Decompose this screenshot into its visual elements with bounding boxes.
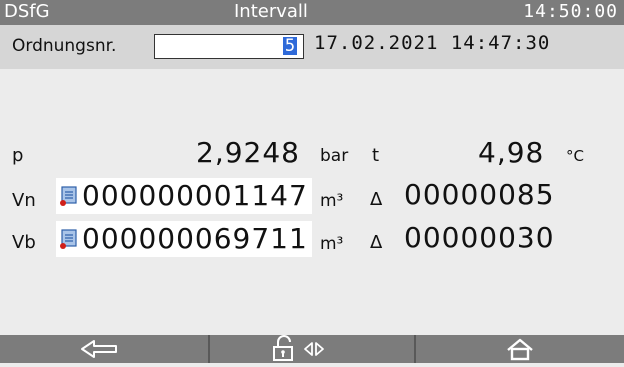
pressure-unit: bar (320, 146, 349, 166)
document-icon (60, 186, 77, 206)
order-number-input[interactable]: 5 (154, 34, 304, 59)
home-button[interactable] (416, 335, 624, 363)
temperature-value: 4,98 (478, 136, 545, 169)
vn-label: Vn (12, 190, 36, 211)
vn-unit: m³ (320, 191, 344, 211)
title-bar: DSfG Intervall 14:50:00 (0, 0, 624, 25)
temperature-label: t (372, 145, 380, 166)
left-right-icon (304, 342, 324, 356)
temperature-unit: °C (566, 147, 584, 165)
home-icon (507, 338, 533, 361)
order-number-label: Ordnungsnr. (12, 36, 117, 56)
record-datetime: 17.02.2021 14:47:30 (314, 32, 551, 54)
page-title: Intervall (234, 1, 308, 22)
pressure-label: p (12, 145, 24, 166)
vb-label: Vb (12, 232, 36, 253)
vb-delta: 00000030 (404, 221, 555, 254)
order-number-value: 5 (283, 36, 297, 56)
document-icon (60, 229, 77, 249)
vn-counter-box: 000000001147 (56, 178, 312, 214)
clock: 14:50:00 (523, 1, 618, 22)
vb-unit: m³ (320, 234, 344, 254)
vb-delta-symbol: Δ (370, 232, 383, 253)
back-arrow-icon (81, 340, 117, 358)
vb-counter-box: 000000069711 (56, 221, 312, 257)
unlock-navigate-button[interactable] (210, 335, 414, 363)
bottom-toolbar (0, 335, 624, 363)
pressure-value: 2,9248 (196, 136, 300, 169)
vn-delta-symbol: Δ (370, 189, 383, 210)
back-button[interactable] (0, 335, 208, 363)
vn-delta: 00000085 (404, 178, 555, 211)
app-name: DSfG (4, 1, 50, 22)
order-number-bar: Ordnungsnr. 5 17.02.2021 14:47:30 (0, 25, 624, 69)
vn-counter: 000000001147 (82, 179, 308, 212)
vb-counter: 000000069711 (82, 222, 308, 255)
